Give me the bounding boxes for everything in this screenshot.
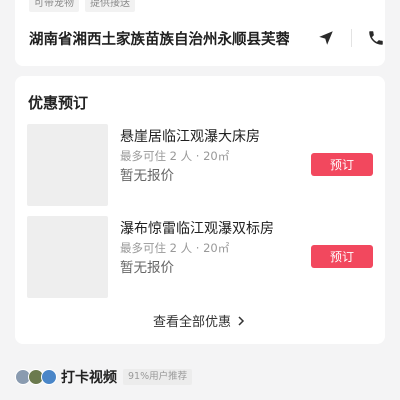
address-row: 湖南省湘西土家族苗族自治州永顺县芙蓉... — [29, 25, 383, 51]
recommend-badge: 91%用户推荐 — [123, 369, 193, 385]
feature-tag: 可带宠物 — [29, 0, 79, 12]
book-button[interactable]: 预订 — [311, 153, 373, 176]
navigation-button[interactable] — [315, 27, 337, 49]
room-name: 悬崖居临江观瀑大床房 — [120, 129, 260, 145]
phone-icon — [369, 31, 383, 45]
room-capacity: 最多可住 2 人 · 20㎡ — [120, 241, 230, 255]
chevron-right-icon — [238, 315, 245, 326]
hotel-address[interactable]: 湖南省湘西土家族苗族自治州永顺县芙蓉... — [29, 28, 289, 49]
check-in-videos-header[interactable]: 打卡视频 91%用户推荐 — [15, 366, 193, 388]
room-price: 暂无报价 — [120, 168, 174, 184]
avatar-group — [15, 367, 59, 387]
divider — [351, 29, 352, 47]
feature-tags: 可带宠物 提供接送 — [29, 0, 135, 12]
room-image[interactable] — [27, 124, 108, 206]
videos-title: 打卡视频 — [61, 370, 117, 386]
avatar — [41, 369, 57, 385]
book-button[interactable]: 预订 — [311, 245, 373, 268]
view-all-offers-link[interactable]: 查看全部优惠 — [15, 311, 385, 330]
offers-card: 优惠预订 悬崖居临江观瀑大床房 最多可住 2 人 · 20㎡ 暂无报价 预订 瀑… — [15, 76, 385, 344]
room-price: 暂无报价 — [120, 260, 174, 276]
call-button[interactable] — [365, 27, 387, 49]
room-item[interactable]: 瀑布惊雷临江观瀑双标房 最多可住 2 人 · 20㎡ 暂无报价 预订 — [27, 216, 373, 298]
room-capacity: 最多可住 2 人 · 20㎡ — [120, 149, 230, 163]
navigation-arrow-icon — [319, 31, 333, 45]
hotel-info-card: 可带宠物 提供接送 湖南省湘西土家族苗族自治州永顺县芙蓉... — [15, 0, 385, 66]
offers-title: 优惠预订 — [28, 94, 89, 112]
room-name: 瀑布惊雷临江观瀑双标房 — [120, 221, 274, 237]
room-image[interactable] — [27, 216, 108, 298]
feature-tag: 提供接送 — [85, 0, 135, 12]
room-item[interactable]: 悬崖居临江观瀑大床房 最多可住 2 人 · 20㎡ 暂无报价 预订 — [27, 124, 373, 206]
view-all-label: 查看全部优惠 — [152, 315, 231, 330]
